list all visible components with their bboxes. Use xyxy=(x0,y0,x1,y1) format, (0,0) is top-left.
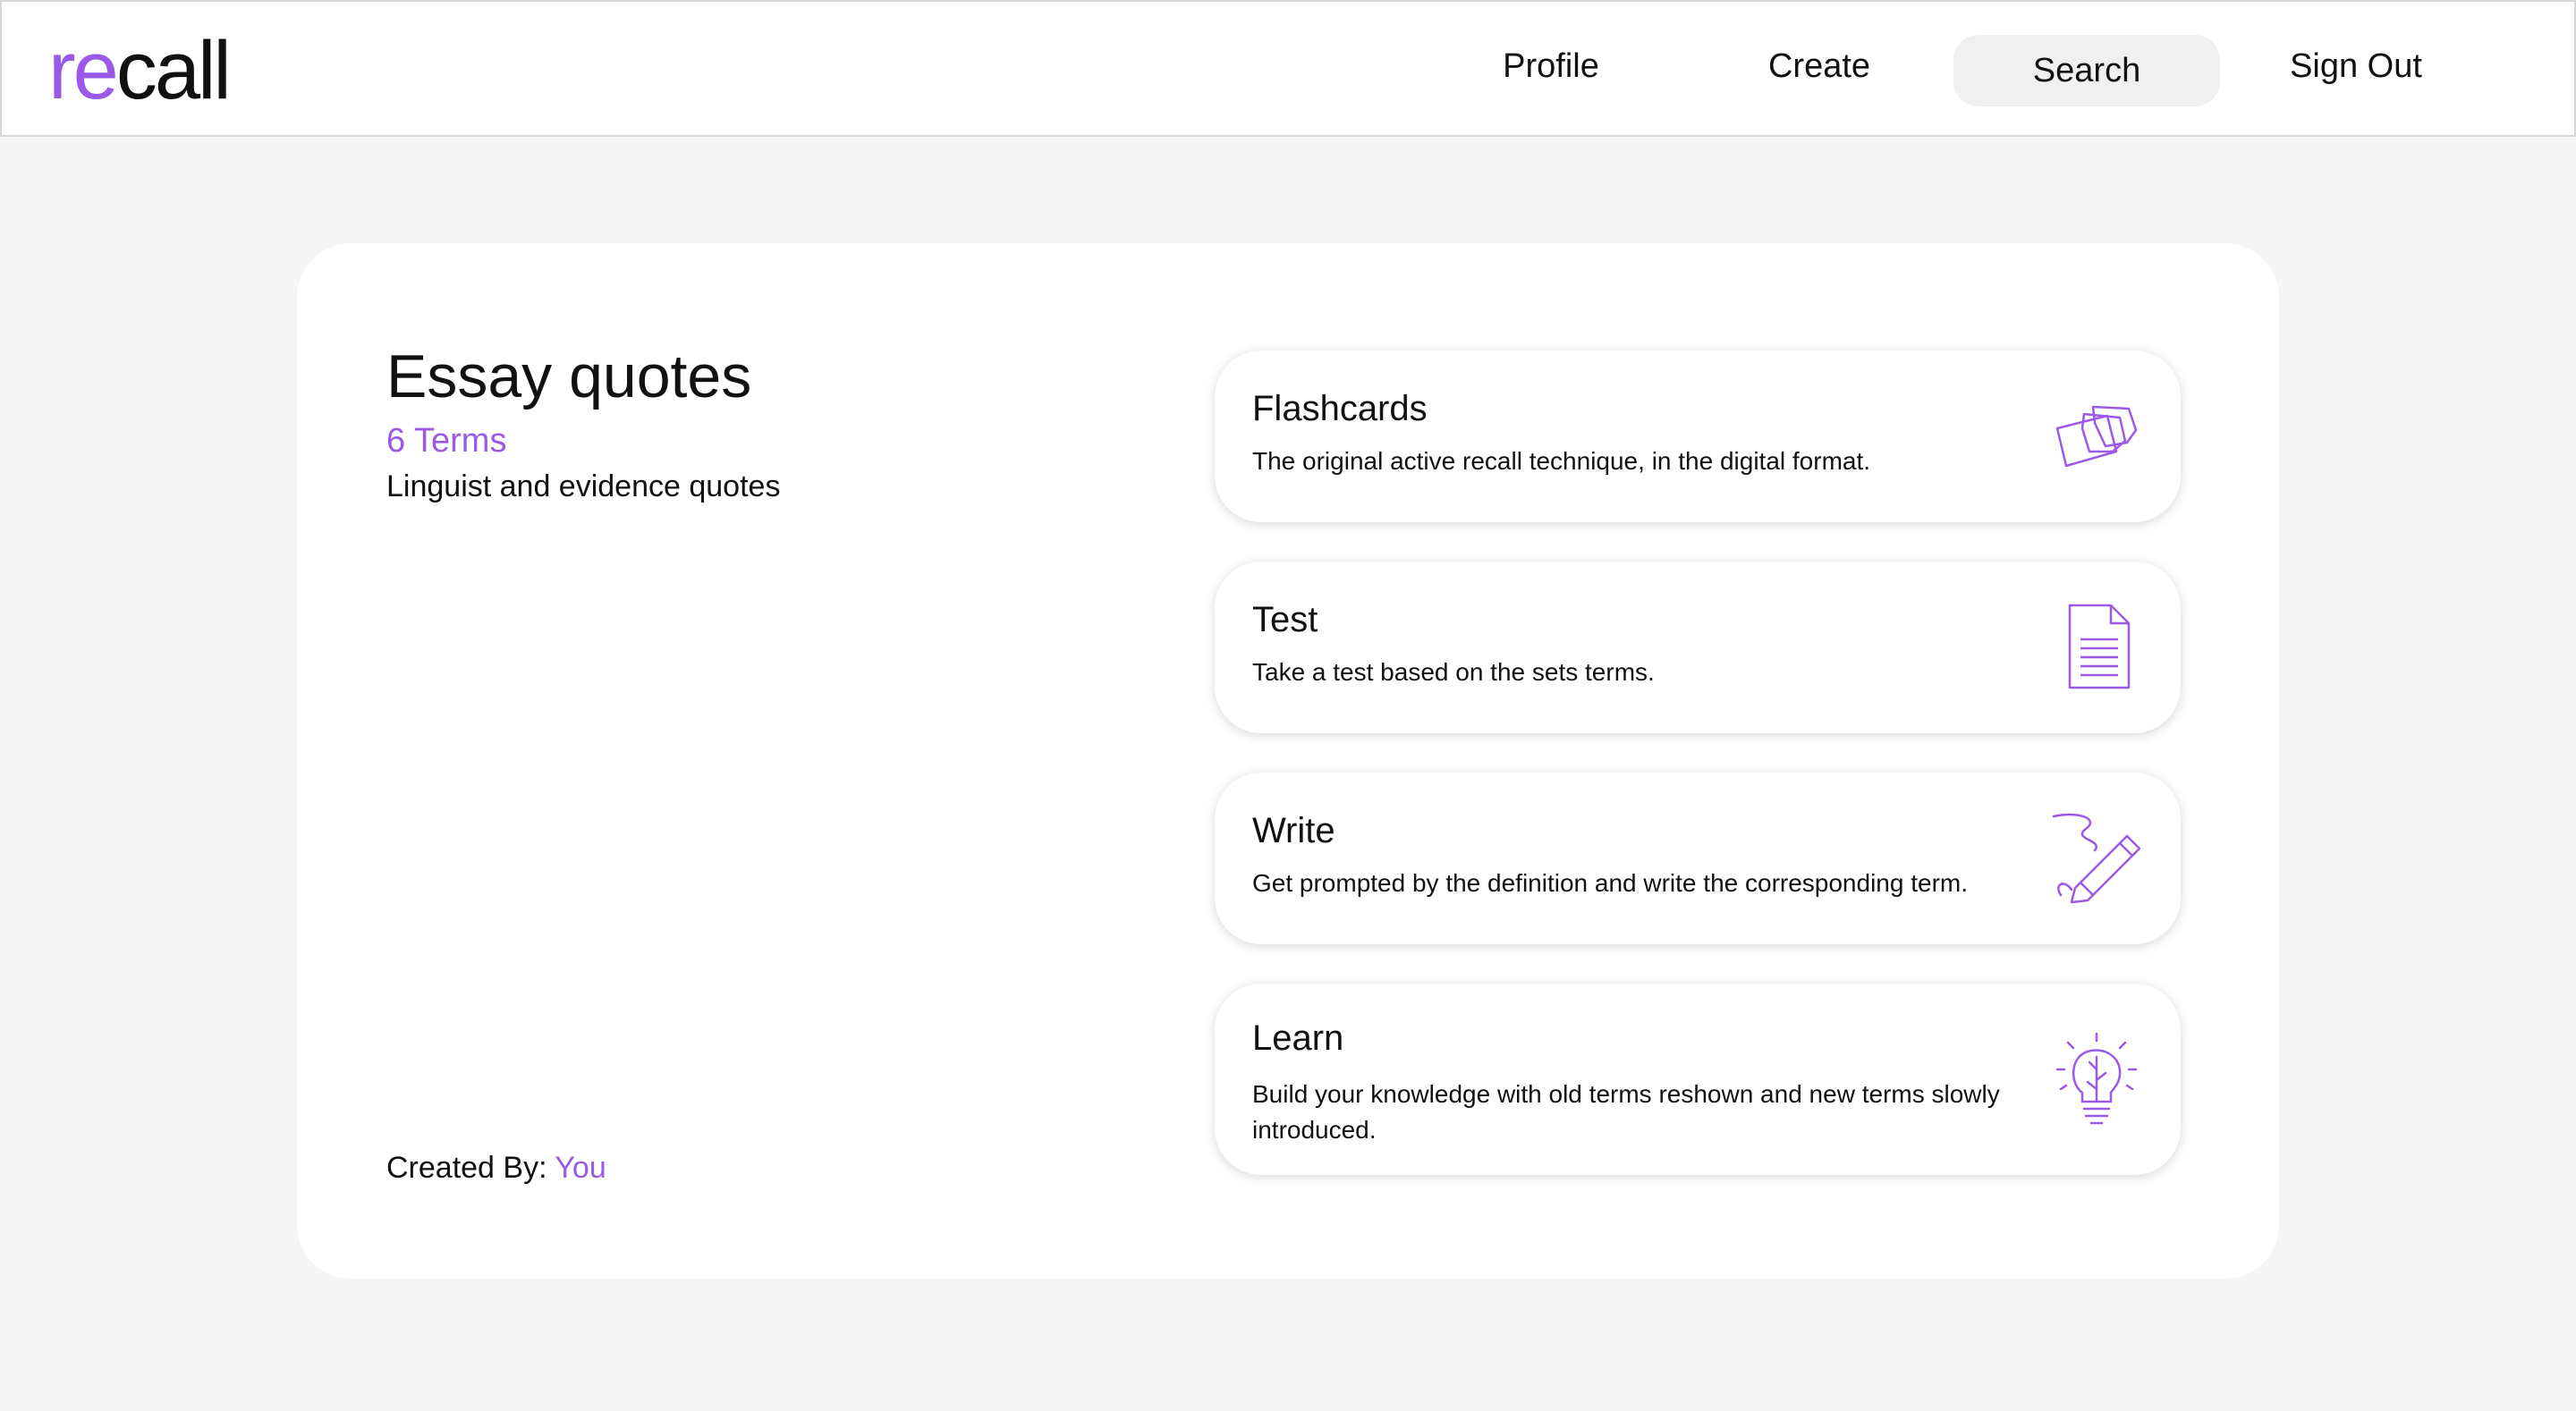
flashcards-icon xyxy=(2050,387,2148,486)
created-by-label: Created By: xyxy=(386,1151,547,1185)
mode-title: Test xyxy=(1252,600,1318,639)
nav-create-link[interactable]: Create xyxy=(1737,35,1902,106)
mode-description: Build your knowledge with old terms resh… xyxy=(1252,1080,2000,1144)
mode-description: Get prompted by the definition and write… xyxy=(1252,869,1968,897)
recall-logo[interactable]: recall xyxy=(48,21,232,120)
mode-title: Learn xyxy=(1252,1018,1344,1058)
mode-title: Flashcards xyxy=(1252,389,1428,428)
created-by-user-link[interactable]: You xyxy=(555,1151,606,1185)
nav-search-link[interactable]: Search xyxy=(1953,35,2220,106)
set-description: Linguist and evidence quotes xyxy=(386,469,781,503)
document-icon xyxy=(2050,598,2148,697)
created-by: Created By: You xyxy=(386,1148,606,1187)
mode-flashcards-card[interactable]: Flashcards The original active recall te… xyxy=(1215,351,2181,522)
mode-title: Write xyxy=(1252,811,1335,850)
set-term-count: 6 Terms xyxy=(386,422,507,460)
mode-write-card[interactable]: Write Get prompted by the definition and… xyxy=(1215,773,2181,944)
mode-learn-card[interactable]: Learn Build your knowledge with old term… xyxy=(1215,984,2181,1175)
lightbulb-icon xyxy=(2050,1030,2148,1128)
logo-accent-text: re xyxy=(48,25,119,116)
set-title: Essay quotes xyxy=(386,342,752,410)
mode-description: Take a test based on the sets terms. xyxy=(1252,658,1655,686)
mode-test-card[interactable]: Test Take a test based on the sets terms… xyxy=(1215,562,2181,733)
top-navbar: recall Profile Create Search Sign Out xyxy=(0,0,2576,137)
nav-sign-out-link[interactable]: Sign Out xyxy=(2256,35,2456,106)
pencil-icon xyxy=(2050,809,2148,908)
nav-profile-link[interactable]: Profile xyxy=(1469,35,1633,106)
logo-rest-text: call xyxy=(115,25,232,116)
set-card: Essay quotes 6 Terms Linguist and eviden… xyxy=(297,243,2279,1279)
mode-description: The original active recall technique, in… xyxy=(1252,447,1871,475)
